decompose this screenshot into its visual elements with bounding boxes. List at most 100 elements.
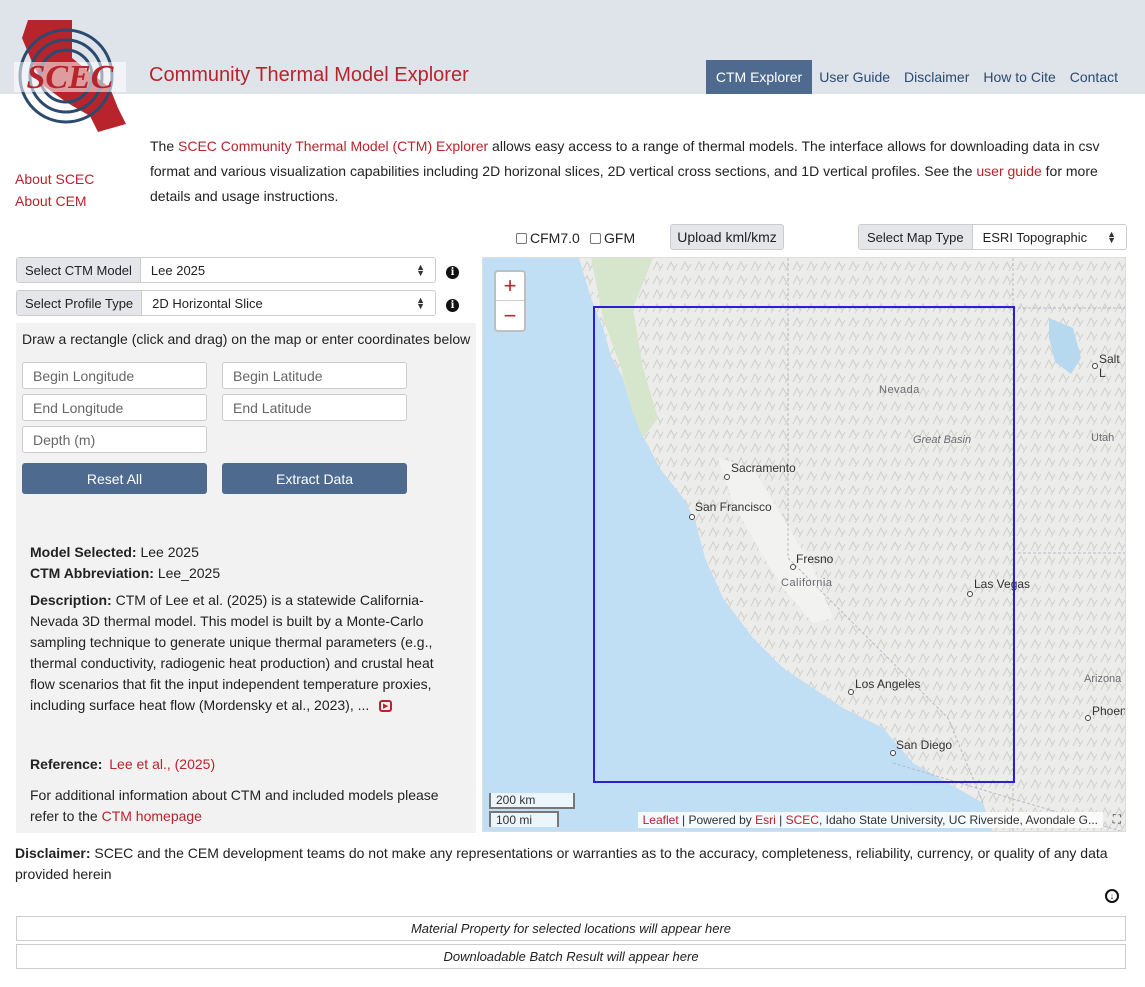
profile-type-label: Select Profile Type	[17, 291, 143, 315]
upload-kml-button[interactable]: Upload kml/kmz	[670, 224, 784, 250]
model-selected-row: Model Selected: Lee 2025	[30, 542, 450, 563]
city-marker	[967, 591, 973, 597]
map-type-label: Select Map Type	[859, 225, 973, 249]
map-label-san-diego: San Diego	[896, 738, 953, 752]
ctm-model-value: Lee 2025	[150, 262, 206, 278]
nav-disclaimer[interactable]: Disclaimer	[897, 69, 976, 85]
user-guide-link[interactable]: user guide	[976, 163, 1041, 179]
zoom-out-button[interactable]: −	[496, 301, 524, 330]
side-links: About SCEC About CEM	[15, 168, 94, 212]
map-label-utah: Utah	[1091, 432, 1115, 444]
city-marker	[1092, 363, 1098, 369]
map-view[interactable]: + − Nevada Great Basin Utah California A…	[482, 257, 1126, 832]
extract-data-button[interactable]: Extract Data	[222, 463, 407, 494]
ctm-abbr-label: CTM Abbreviation:	[30, 565, 154, 581]
nav-contact[interactable]: Contact	[1063, 69, 1125, 85]
zoom-control: + −	[494, 270, 526, 332]
ctm-model-select[interactable]: Select CTM Model Lee 2025 ▲ ▼	[16, 257, 436, 283]
logo-text: SCEC	[27, 59, 114, 96]
reference-label: Reference:	[30, 756, 103, 772]
model-selected-label: Model Selected:	[30, 544, 137, 560]
leaflet-link[interactable]: Leaflet	[643, 813, 679, 827]
gfm-label: GFM	[604, 230, 636, 246]
map-label-sacramento: Sacramento	[731, 461, 796, 475]
map-label-phoenix: Phoen	[1092, 704, 1126, 718]
expand-description-icon[interactable]: ▶	[379, 700, 393, 713]
description-label: Description:	[30, 592, 112, 608]
reset-all-button[interactable]: Reset All	[22, 463, 207, 494]
disclaimer-text: SCEC and the CEM development teams do no…	[15, 845, 1108, 882]
reference-link[interactable]: Lee et al., (2025)	[109, 756, 215, 772]
draw-instruction: Draw a rectangle (click and drag) on the…	[22, 331, 471, 347]
city-marker	[1085, 715, 1091, 721]
ctm-model-label: Select CTM Model	[17, 258, 141, 282]
model-info-icon[interactable]: i	[446, 266, 459, 279]
description-text: CTM of Lee et al. (2025) is a statewide …	[30, 592, 434, 713]
ctm-abbr-value: Lee_2025	[157, 565, 221, 581]
description-block: Description: CTM of Lee et al. (2025) is…	[30, 590, 450, 716]
ctm-model-dropdown[interactable]: Lee 2025 ▲ ▼	[140, 258, 435, 282]
scale-mi: 100 mi	[489, 811, 559, 827]
profile-type-value: 2D Horizontal Slice	[152, 295, 263, 311]
profile-type-dropdown[interactable]: 2D Horizontal Slice ▲ ▼	[142, 291, 435, 315]
control-panel: Draw a rectangle (click and drag) on the…	[16, 323, 476, 833]
profile-info-icon[interactable]: i	[446, 299, 459, 312]
end-latitude-input[interactable]: End Latitude	[222, 394, 407, 421]
intro-text: The SCEC Community Thermal Model (CTM) E…	[150, 134, 1115, 209]
ctm-homepage-link[interactable]: CTM homepage	[102, 808, 202, 824]
select-arrows-icon: ▲ ▼	[1107, 229, 1116, 245]
selection-rectangle	[593, 306, 1015, 783]
city-marker	[689, 514, 695, 520]
intro-part-1: The	[150, 138, 179, 154]
nav-user-guide[interactable]: User Guide	[812, 69, 897, 85]
map-type-dropdown[interactable]: ESRI Topographic ▲ ▼	[972, 225, 1126, 249]
gfm-checkbox[interactable]	[590, 232, 601, 244]
map-label-great-basin: Great Basin	[913, 434, 972, 446]
ctm-abbr-row: CTM Abbreviation: Lee_2025	[30, 563, 450, 584]
material-property-output: Material Property for selected locations…	[16, 916, 1126, 941]
end-longitude-input[interactable]: End Longitude	[22, 394, 207, 421]
esri-link[interactable]: Esri	[755, 813, 776, 827]
profile-type-select[interactable]: Select Profile Type 2D Horizontal Slice …	[16, 290, 436, 316]
gfm-toggle[interactable]: GFM	[590, 230, 635, 246]
scec-logo[interactable]: SCEC	[14, 16, 130, 134]
batch-result-output: Downloadable Batch Result will appear he…	[16, 944, 1126, 969]
model-selected-value: Lee 2025	[140, 544, 199, 560]
map-label-fresno: Fresno	[796, 552, 834, 566]
map-label-san-francisco: San Francisco	[695, 500, 772, 514]
begin-longitude-input[interactable]: Begin Longitude	[22, 362, 207, 389]
map-label-los-angeles: Los Angeles	[855, 677, 921, 691]
about-cem-link[interactable]: About CEM	[15, 190, 94, 212]
depth-input[interactable]: Depth (m)	[22, 426, 207, 453]
ctm-explorer-link[interactable]: SCEC Community Thermal Model (CTM) Explo…	[178, 138, 488, 154]
cfm-toggle[interactable]: CFM7.0	[516, 230, 580, 246]
cfm-checkbox[interactable]	[516, 232, 527, 244]
map-type-select[interactable]: Select Map Type ESRI Topographic ▲ ▼	[858, 224, 1127, 250]
download-icon[interactable]: ↓	[1105, 889, 1119, 903]
city-marker	[724, 474, 730, 480]
reference-row: Reference: Lee et al., (2025)	[30, 754, 450, 775]
map-label-california: California	[781, 577, 833, 589]
attribution-rest: , Idaho State University, UC Riverside, …	[818, 813, 1098, 827]
select-arrows-icon: ▲ ▼	[416, 295, 425, 311]
begin-latitude-input[interactable]: Begin Latitude	[222, 362, 407, 389]
fullscreen-icon[interactable]: ⛶	[1113, 812, 1121, 827]
zoom-in-button[interactable]: +	[496, 272, 524, 301]
map-label-arizona: Arizona	[1084, 673, 1122, 685]
scec-link[interactable]: SCEC	[786, 813, 819, 827]
attribution-powered: | Powered by	[678, 813, 756, 827]
map-label-las-vegas: Las Vegas	[974, 577, 1031, 591]
attribution-sep: |	[775, 813, 786, 827]
map-attribution: Leaflet | Powered by Esri | SCEC, Idaho …	[637, 812, 1103, 828]
more-info-block: For additional information about CTM and…	[30, 785, 450, 827]
disclaimer-label: Disclaimer:	[15, 845, 91, 861]
map-label-salt-lake: Salt L	[1099, 352, 1120, 380]
nav-how-to-cite[interactable]: How to Cite	[976, 69, 1062, 85]
nav-ctm-explorer[interactable]: CTM Explorer	[705, 60, 813, 94]
about-scec-link[interactable]: About SCEC	[15, 168, 94, 190]
site-title: Community Thermal Model Explorer	[149, 64, 469, 86]
scale-km: 200 km	[489, 793, 575, 809]
main-nav: CTM Explorer User Guide Disclaimer How t…	[705, 60, 1125, 94]
cfm-label: CFM7.0	[530, 230, 580, 246]
disclaimer: Disclaimer: SCEC and the CEM development…	[15, 843, 1135, 885]
